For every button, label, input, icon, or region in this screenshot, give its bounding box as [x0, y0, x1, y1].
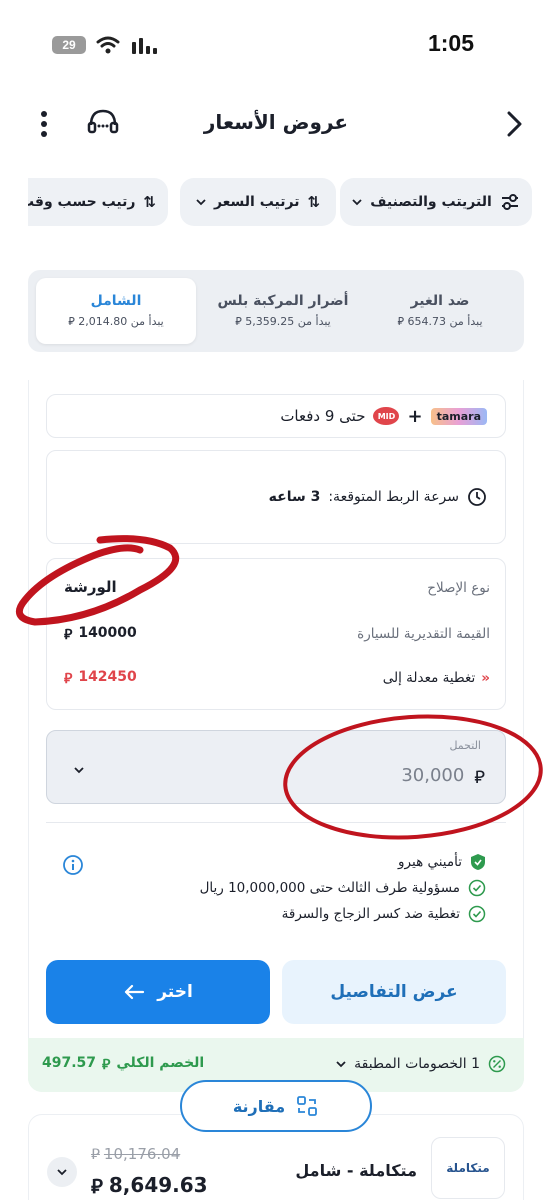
arrow-left-icon	[125, 984, 145, 1000]
installments-banner[interactable]: tamara + MID حتى 9 دفعات	[46, 394, 506, 438]
double-chevron-icon: «	[481, 670, 490, 686]
total-discount: الخصم الكلي ⃁ 497.57	[42, 1055, 205, 1073]
filter-label: التريتب والتصنيف	[370, 194, 492, 210]
filter-sort-time[interactable]: ⇅ رتيب حسب وقت	[28, 178, 168, 226]
compare-button[interactable]: مقارنة	[180, 1080, 372, 1132]
signal-icon	[132, 38, 157, 54]
view-details-button[interactable]: عرض التفاصيل	[282, 960, 506, 1024]
chevron-right-icon	[507, 111, 522, 137]
expand-button[interactable]	[47, 1157, 77, 1187]
status-bar: 29 1:05	[0, 0, 552, 90]
current-price: ⃁ 8,649.63	[91, 1173, 208, 1198]
page-title: عروض الأسعار	[203, 110, 349, 134]
repair-type-label: نوع الإصلاح	[427, 580, 490, 596]
applied-discounts: 1 الخصومات المطبقة	[336, 1055, 506, 1073]
clock: 1:05	[427, 30, 474, 56]
tamara-logo: tamara	[430, 407, 487, 425]
offer-name: متكاملة - شامل	[295, 1161, 417, 1180]
link-speed-box: سرعة الربط المتوقعة: 3 ساعه	[46, 450, 506, 544]
wifi-icon	[96, 36, 120, 54]
tab-vehicle-damage-plus[interactable]: أضرار المركبة بلس يبدأ من 5,359.25 ⃁	[204, 278, 362, 344]
riyal-icon: ⃁	[64, 627, 73, 643]
back-button[interactable]	[500, 108, 528, 140]
sliders-icon	[501, 194, 518, 210]
car-value-label: القيمة التقديرية للسيارة	[357, 626, 490, 642]
filter-sort-classify[interactable]: التريتب والتصنيف	[340, 178, 532, 226]
check-circle-icon	[468, 879, 486, 897]
provider-row: تأميني هيرو	[398, 853, 486, 871]
chevron-down-icon	[336, 1061, 346, 1068]
sort-arrows-icon: ⇅	[143, 193, 156, 211]
choose-button[interactable]: اختر	[46, 960, 270, 1024]
plus-icon: +	[407, 405, 423, 427]
chevron-down-icon	[74, 767, 84, 774]
chevron-down-icon	[352, 199, 362, 206]
deductible-value: ⃁ 30,000	[401, 765, 485, 788]
mid-logo: MID	[373, 407, 400, 425]
riyal-icon: ⃁	[102, 1057, 111, 1073]
coverage-tabs: ضد الغير يبدأ من 654.73 ⃁ أضرار المركبة …	[28, 270, 524, 352]
old-price: ⃁ 10,176.04	[91, 1145, 181, 1163]
deductible-label: التحمل	[449, 739, 481, 752]
filter-label: رتيب حسب وقت	[28, 194, 136, 210]
info-icon[interactable]	[62, 854, 84, 880]
chevron-down-icon	[57, 1169, 67, 1176]
sort-arrows-icon: ⇅	[307, 193, 321, 211]
shield-icon	[471, 854, 485, 870]
filter-label: ترتيب السعر	[213, 194, 300, 210]
check-circle-icon	[468, 905, 486, 923]
clock-icon	[468, 488, 486, 506]
feature-item: تغطية ضد كسر الزجاج والسرقة	[282, 905, 486, 923]
adjusted-coverage-value: ⃁ 142450	[64, 669, 137, 687]
offer-logo: متكاملة	[431, 1137, 505, 1199]
riyal-icon: ⃁	[474, 767, 485, 788]
percent-icon	[488, 1055, 506, 1073]
feature-item: مسؤولية طرف الثالث حتى 10,000,000 ريال	[200, 879, 486, 897]
adjusted-coverage-label: « تغطية معدلة إلى	[382, 670, 490, 686]
chevron-down-icon	[196, 199, 206, 206]
repair-type-value: الورشة	[64, 578, 117, 596]
tab-third-party[interactable]: ضد الغير يبدأ من 654.73 ⃁	[364, 278, 516, 344]
tab-comprehensive[interactable]: الشامل يبدأ من 2,014.80 ⃁	[36, 278, 196, 344]
battery-indicator: 29	[52, 36, 86, 54]
link-speed-label: سرعة الربط المتوقعة:	[328, 489, 459, 505]
link-speed-value: 3 ساعه	[268, 489, 321, 505]
divider	[46, 822, 506, 823]
filter-sort-price[interactable]: ⇅ ترتيب السعر	[180, 178, 336, 226]
car-value: ⃁ 140000	[64, 625, 137, 643]
riyal-icon: ⃁	[64, 671, 73, 687]
compare-icon	[297, 1096, 318, 1116]
installments-text: حتى 9 دفعات	[280, 407, 366, 425]
deductible-select[interactable]: التحمل ⃁ 30,000	[46, 730, 506, 804]
